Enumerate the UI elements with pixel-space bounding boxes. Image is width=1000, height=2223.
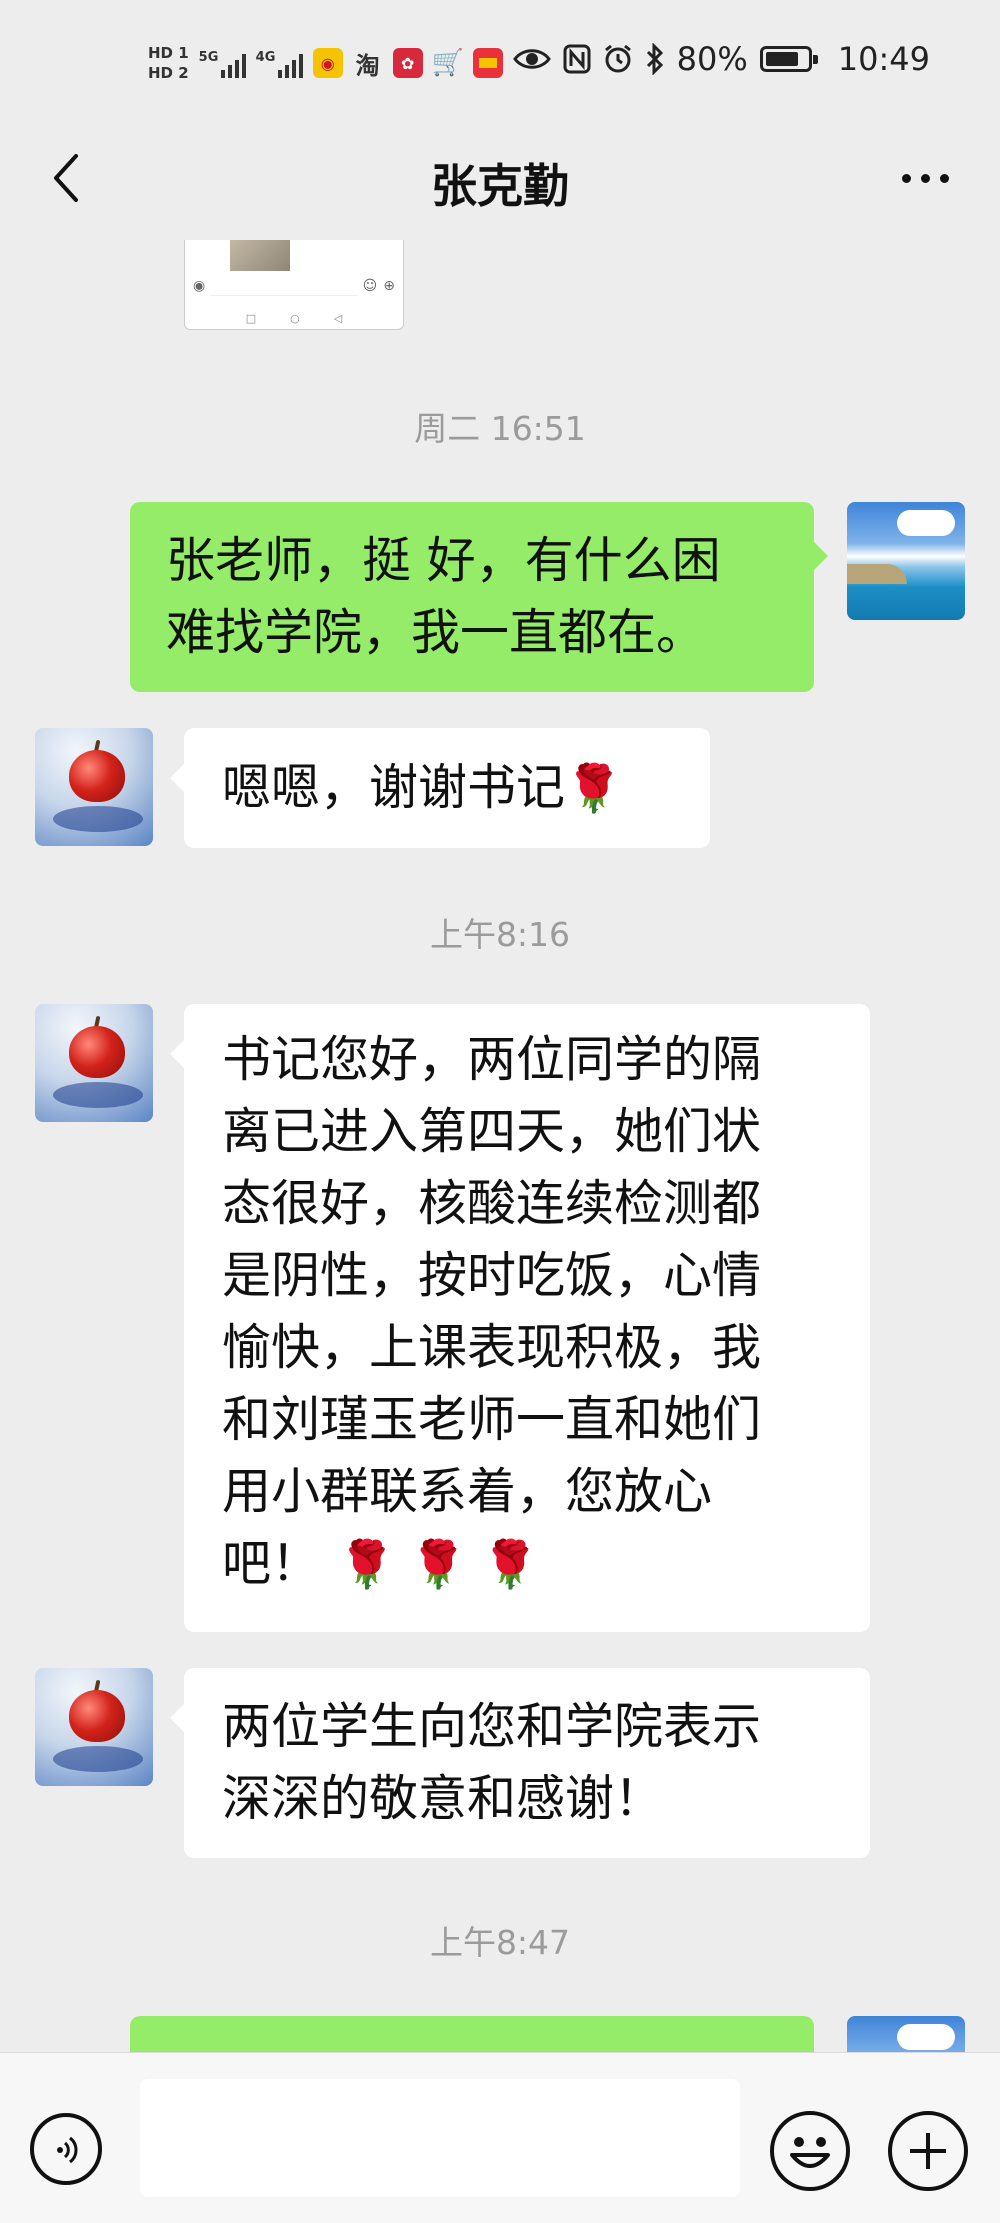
sim-indicators: HD 1 HD 2 [148,45,189,81]
voice-icon [57,2136,78,2164]
chat-title: 张克勤 [431,159,569,213]
timestamp: 上午8:16 [429,915,571,954]
status-bar: HD 1 HD 2 5G 4G ◉ 淘 ✿ 🛒 80% 10:49 [0,0,1000,120]
rose-emoji: 🌹 🌹 🌹 [338,1537,540,1591]
self-avatar[interactable] [847,502,965,620]
notes-app-icon [472,48,503,78]
thumbnail-image [230,240,290,271]
contact-avatar[interactable] [35,728,153,846]
message-text: 两位学生向您和学院表示 深深的敬意和感谢！ [222,1698,762,1827]
message-text: 嗯嗯，谢谢书记 [222,759,566,816]
more-button[interactable] [890,148,960,208]
voice-button[interactable] [30,2113,102,2185]
thumbnail-emoji-icon: ☺ [362,278,378,294]
image-message-thumbnail[interactable]: ◉ ☺ ⊕ □ ○ ◁ [184,240,404,330]
message-list[interactable]: ◉ ☺ ⊕ □ ○ ◁ 周二 16:51 张老师，挺 好，有什么困 难找学院，我一直都在… [0,240,1000,2052]
network2-label: 4G [255,50,276,65]
message-text: 张老师，挺 好，有什么困 难找学院，我一直都在。 [166,532,721,661]
battery-icon [759,46,818,72]
hd1-label: HD 1 [148,44,189,62]
signal-5g-icon: 5G [199,48,246,78]
nfc-icon [563,44,591,74]
alarm-icon [604,44,631,73]
thumbnail-plus-icon: ⊕ [383,278,395,294]
message-bubble-contact[interactable]: 嗯嗯，谢谢书记🌹 [170,728,710,848]
status-right: 80% 10:49 [512,40,930,78]
input-bar [0,2052,1000,2223]
cart-icon: 🛒 [431,48,464,78]
message-bubble-self[interactable]: 张老师，挺 好，有什么困 难找学院，我一直都在。 [130,502,828,692]
timestamp: 上午8:47 [429,1923,571,1962]
message-input[interactable] [140,2079,740,2197]
message-bubble-contact[interactable]: 两位学生向您和学院表示 深深的敬意和感谢！ [170,1668,870,1858]
weibo-icon: ◉ [312,48,343,78]
signal-4g-icon: 4G [256,48,303,78]
self-avatar[interactable] [847,2016,965,2052]
emoji-button[interactable] [770,2111,850,2191]
status-time: 10:49 [837,40,930,78]
plus-button[interactable] [888,2111,968,2191]
hd2-label: HD 2 [148,64,189,82]
network1-label: 5G [198,50,219,65]
more-dots-icon [901,173,911,183]
thumbnail-voice-icon: ◉ [193,278,206,294]
battery-percent: 80% [676,40,748,78]
emoji-icon [790,2137,830,2168]
rose-emoji: 🌹 [565,761,623,815]
bluetooth-icon [646,43,663,75]
taobao-icon: 淘 [355,51,380,80]
eye-icon [512,49,551,69]
message-bubble-contact[interactable]: 书记您好，两位同学的隔 离已进入第四天，她们状 态很好，核酸连续检测都 是阴性，… [170,1004,870,1632]
chat-header: 张克勤 [0,120,1000,240]
message-bubble-self[interactable] [130,2016,814,2052]
contact-avatar[interactable] [35,1668,153,1786]
lotus-app-icon: ✿ [392,48,423,78]
message-text: 书记您好，两位同学的隔 离已进入第四天，她们状 态很好，核酸连续检测都 是阴性，… [222,1031,762,1592]
contact-avatar[interactable] [35,1004,153,1122]
status-left: HD 1 HD 2 5G 4G ◉ 淘 ✿ 🛒 [148,38,503,88]
timestamp: 周二 16:51 [414,409,586,448]
